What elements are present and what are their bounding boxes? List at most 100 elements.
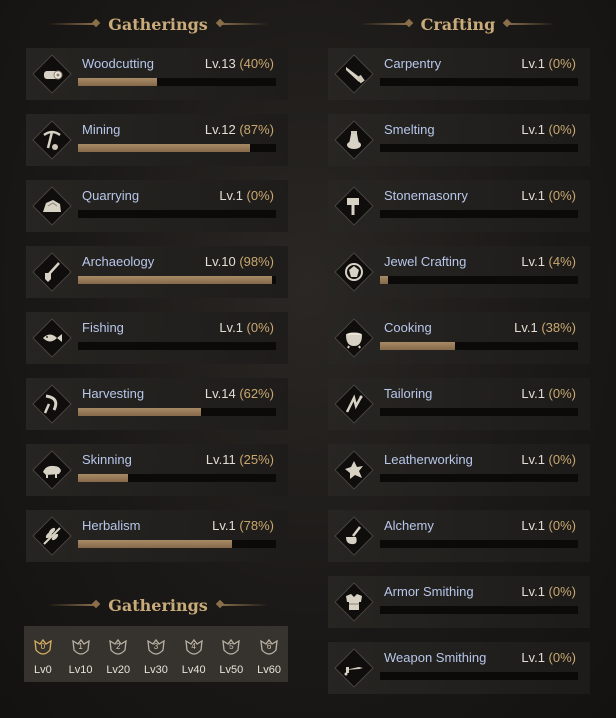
gathering-skill-mining[interactable]: Mining Lv.12 (87%)	[26, 114, 288, 166]
gathering-skill-skinning[interactable]: Skinning Lv.11 (25%)	[26, 444, 288, 496]
skill-level-percent: (98%)	[239, 254, 274, 269]
crafting-title-text: Crafting	[420, 14, 496, 34]
tier-badge-number: 4	[191, 642, 196, 651]
crafting-skill-leatherworking[interactable]: Leatherworking Lv.1 (0%)	[328, 444, 590, 496]
skill-progress-bar	[78, 474, 276, 482]
tier-lv30[interactable]: 3 Lv30	[139, 638, 173, 676]
tier-lv50[interactable]: 5 Lv50	[214, 638, 248, 676]
skill-icon-frame	[334, 450, 374, 490]
tier-label: Lv30	[144, 664, 168, 676]
skill-level-value: Lv.1	[521, 122, 549, 137]
skill-progress-bar	[78, 210, 276, 218]
crafting-skill-jewel-crafting[interactable]: Jewel Crafting Lv.1 (4%)	[328, 246, 590, 298]
crafting-skill-alchemy[interactable]: Alchemy Lv.1 (0%)	[328, 510, 590, 562]
crafting-skill-cooking[interactable]: Cooking Lv.1 (38%)	[328, 312, 590, 364]
skill-level-value: Lv.1	[521, 518, 549, 533]
skill-progress-bar	[78, 78, 276, 86]
hide-icon	[345, 461, 363, 479]
skill-icon-frame	[334, 582, 374, 622]
skill-level-value: Lv.1	[521, 188, 549, 203]
skill-level-value: Lv.1	[219, 188, 247, 203]
skill-progress-fill	[78, 276, 273, 284]
gathering-skill-quarrying[interactable]: Quarrying Lv.1 (0%)	[26, 180, 288, 232]
skill-icon-frame	[334, 54, 374, 94]
crafting-skill-tailoring[interactable]: Tailoring Lv.1 (0%)	[328, 378, 590, 430]
tier-lv0[interactable]: 0 Lv0	[26, 638, 60, 676]
skill-progress-bar	[380, 78, 578, 86]
tier-label: Lv50	[219, 664, 244, 676]
gatherings-title-text: Gatherings	[108, 14, 208, 34]
skill-level-percent: (0%)	[246, 188, 274, 203]
flask-icon	[346, 526, 361, 545]
ornament-right	[219, 604, 268, 606]
boar-icon	[43, 465, 61, 478]
tier-badge-icon: 5	[220, 638, 242, 658]
stone-icon	[43, 200, 61, 212]
needle-icon	[345, 394, 363, 413]
pot-icon	[346, 332, 362, 349]
skill-name: Cooking	[384, 320, 432, 335]
skill-progress-bar	[380, 342, 578, 350]
skill-level-value: Lv.1	[521, 386, 549, 401]
tier-label: Lv40	[181, 664, 206, 676]
ornament-left	[48, 604, 97, 606]
skill-level-value: Lv.1	[514, 320, 542, 335]
gathering-skill-archaeology[interactable]: Archaeology Lv.10 (98%)	[26, 246, 288, 298]
crafting-skill-stonemasonry[interactable]: Stonemasonry Lv.1 (0%)	[328, 180, 590, 232]
skill-progress-bar	[380, 672, 578, 680]
skill-progress-fill	[78, 540, 233, 548]
skill-level: Lv.10 (98%)	[205, 254, 274, 269]
skill-progress-fill	[78, 144, 251, 152]
crafting-skill-smelting[interactable]: Smelting Lv.1 (0%)	[328, 114, 590, 166]
tier-badge-number: 2	[116, 642, 121, 651]
crafting-section-title: Crafting	[348, 14, 568, 34]
gathering-skill-fishing[interactable]: Fishing Lv.1 (0%)	[26, 312, 288, 364]
gathering-skill-harvesting[interactable]: Harvesting Lv.14 (62%)	[26, 378, 288, 430]
skill-progress-bar	[78, 144, 276, 152]
skill-level-percent: (0%)	[548, 56, 576, 71]
crafting-skill-weapon-smithing[interactable]: Weapon Smithing Lv.1 (0%)	[328, 642, 590, 694]
skill-level-value: Lv.1	[521, 452, 549, 467]
skill-name: Carpentry	[384, 56, 442, 71]
skill-icon-frame	[32, 186, 72, 226]
skill-progress-bar	[380, 210, 578, 218]
tier-lv20[interactable]: 2 Lv20	[101, 638, 135, 676]
skill-level-value: Lv.1	[219, 320, 247, 335]
tier-lv40[interactable]: 4 Lv40	[177, 638, 211, 676]
skill-icon-frame	[334, 648, 374, 688]
skill-level-value: Lv.13	[204, 56, 240, 71]
sickle-icon	[43, 394, 58, 414]
tier-lv10[interactable]: 1 Lv10	[64, 638, 98, 676]
skill-level-percent: (25%)	[239, 452, 274, 467]
skill-level-value: Lv.12	[204, 122, 240, 137]
skill-level: Lv.12 (87%)	[205, 122, 274, 137]
skill-level: Lv.1 (0%)	[521, 188, 576, 203]
furnace-icon	[347, 131, 361, 149]
skill-level-value: Lv.1	[521, 584, 549, 599]
skill-progress-fill	[78, 78, 158, 86]
skill-level-value: Lv.11	[205, 452, 240, 467]
skill-progress-bar	[380, 144, 578, 152]
tier-badge-number: 3	[153, 642, 159, 651]
fish-icon	[43, 334, 62, 342]
skill-name: Mining	[82, 122, 121, 137]
skill-level: Lv.1 (0%)	[521, 386, 576, 401]
gatherings-tier-title-text: Gatherings	[108, 595, 208, 615]
skill-icon-frame	[32, 450, 72, 490]
tier-label: Lv10	[68, 664, 93, 676]
skill-level-percent: (62%)	[239, 386, 274, 401]
skill-progress-bar	[380, 474, 578, 482]
tier-lv60[interactable]: 6 Lv60	[252, 638, 286, 676]
skill-level-value: Lv.14	[204, 386, 240, 401]
skill-level: Lv.11 (25%)	[206, 452, 274, 467]
tier-label: Lv20	[106, 664, 131, 676]
crafting-skill-carpentry[interactable]: Carpentry Lv.1 (0%)	[328, 48, 590, 100]
gathering-skill-woodcutting[interactable]: Woodcutting Lv.13 (40%)	[26, 48, 288, 100]
gathering-skill-herbalism[interactable]: Herbalism Lv.1 (78%)	[26, 510, 288, 562]
tier-strip: 0 Lv0 1 Lv10 2 Lv20 3 Lv30 4 Lv40 5 Lv50 6 Lv60	[24, 626, 288, 682]
crafting-skill-armor-smithing[interactable]: Armor Smithing Lv.1 (0%)	[328, 576, 590, 628]
saw-icon	[346, 67, 365, 84]
armor-icon	[346, 594, 362, 610]
skill-level-percent: (0%)	[548, 518, 576, 533]
herb-icon	[43, 527, 61, 545]
